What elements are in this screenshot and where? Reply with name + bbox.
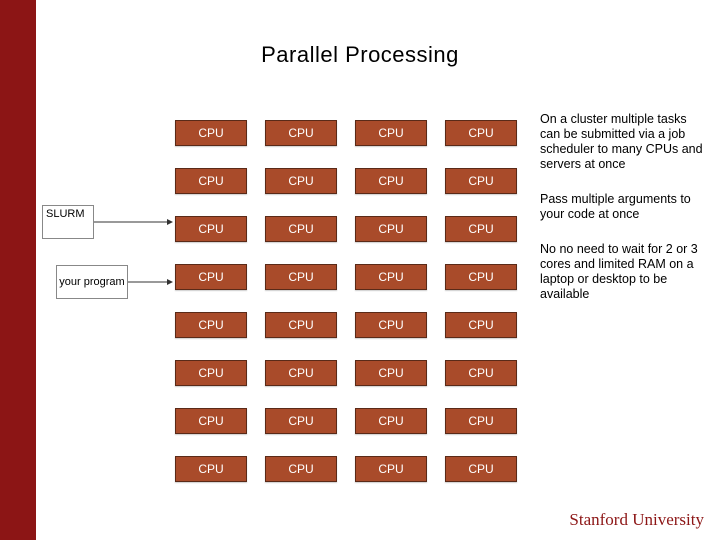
cpu-cell: CPU bbox=[175, 168, 247, 194]
cpu-cell: CPU bbox=[355, 360, 427, 386]
cpu-cell: CPU bbox=[355, 168, 427, 194]
cpu-cell: CPU bbox=[355, 264, 427, 290]
cpu-cell: CPU bbox=[355, 120, 427, 146]
cpu-cell: CPU bbox=[265, 264, 337, 290]
cpu-cell: CPU bbox=[265, 120, 337, 146]
slurm-label: SLURM bbox=[46, 208, 85, 220]
note-text: On a cluster multiple tasks can be submi… bbox=[540, 112, 710, 172]
cpu-cell: CPU bbox=[265, 168, 337, 194]
brand-logo: Stanford University bbox=[569, 510, 704, 530]
accent-sidebar bbox=[0, 0, 36, 540]
cpu-cell: CPU bbox=[265, 360, 337, 386]
cpu-cell: CPU bbox=[355, 312, 427, 338]
cpu-cell: CPU bbox=[445, 216, 517, 242]
notes-panel: On a cluster multiple tasks can be submi… bbox=[540, 112, 710, 322]
cpu-cell: CPU bbox=[265, 312, 337, 338]
cpu-cell: CPU bbox=[175, 120, 247, 146]
cpu-cell: CPU bbox=[445, 168, 517, 194]
cpu-cell: CPU bbox=[445, 312, 517, 338]
cpu-cell: CPU bbox=[175, 360, 247, 386]
cpu-cell: CPU bbox=[175, 456, 247, 482]
cpu-cell: CPU bbox=[355, 456, 427, 482]
cpu-cell: CPU bbox=[445, 264, 517, 290]
cpu-cell: CPU bbox=[355, 216, 427, 242]
your-program-box: your program bbox=[56, 265, 128, 299]
cpu-cell: CPU bbox=[445, 360, 517, 386]
cpu-cell: CPU bbox=[175, 408, 247, 434]
cpu-cell: CPU bbox=[175, 264, 247, 290]
cpu-cell: CPU bbox=[175, 312, 247, 338]
note-text: No no need to wait for 2 or 3 cores and … bbox=[540, 242, 710, 302]
cpu-cell: CPU bbox=[355, 408, 427, 434]
cpu-cell: CPU bbox=[445, 408, 517, 434]
your-program-label: your program bbox=[59, 276, 124, 288]
note-text: Pass multiple arguments to your code at … bbox=[540, 192, 710, 222]
cpu-grid: CPU CPU CPU CPU CPU CPU CPU CPU CPU CPU CPU CPU CPU C… bbox=[175, 120, 517, 482]
cpu-cell: CPU bbox=[265, 456, 337, 482]
cpu-cell: CPU bbox=[445, 120, 517, 146]
slurm-box: SLURM bbox=[42, 205, 94, 239]
cpu-cell: CPU bbox=[175, 216, 247, 242]
cpu-cell: CPU bbox=[265, 216, 337, 242]
cpu-cell: CPU bbox=[445, 456, 517, 482]
cpu-cell: CPU bbox=[265, 408, 337, 434]
page-title: Parallel Processing bbox=[0, 42, 720, 68]
